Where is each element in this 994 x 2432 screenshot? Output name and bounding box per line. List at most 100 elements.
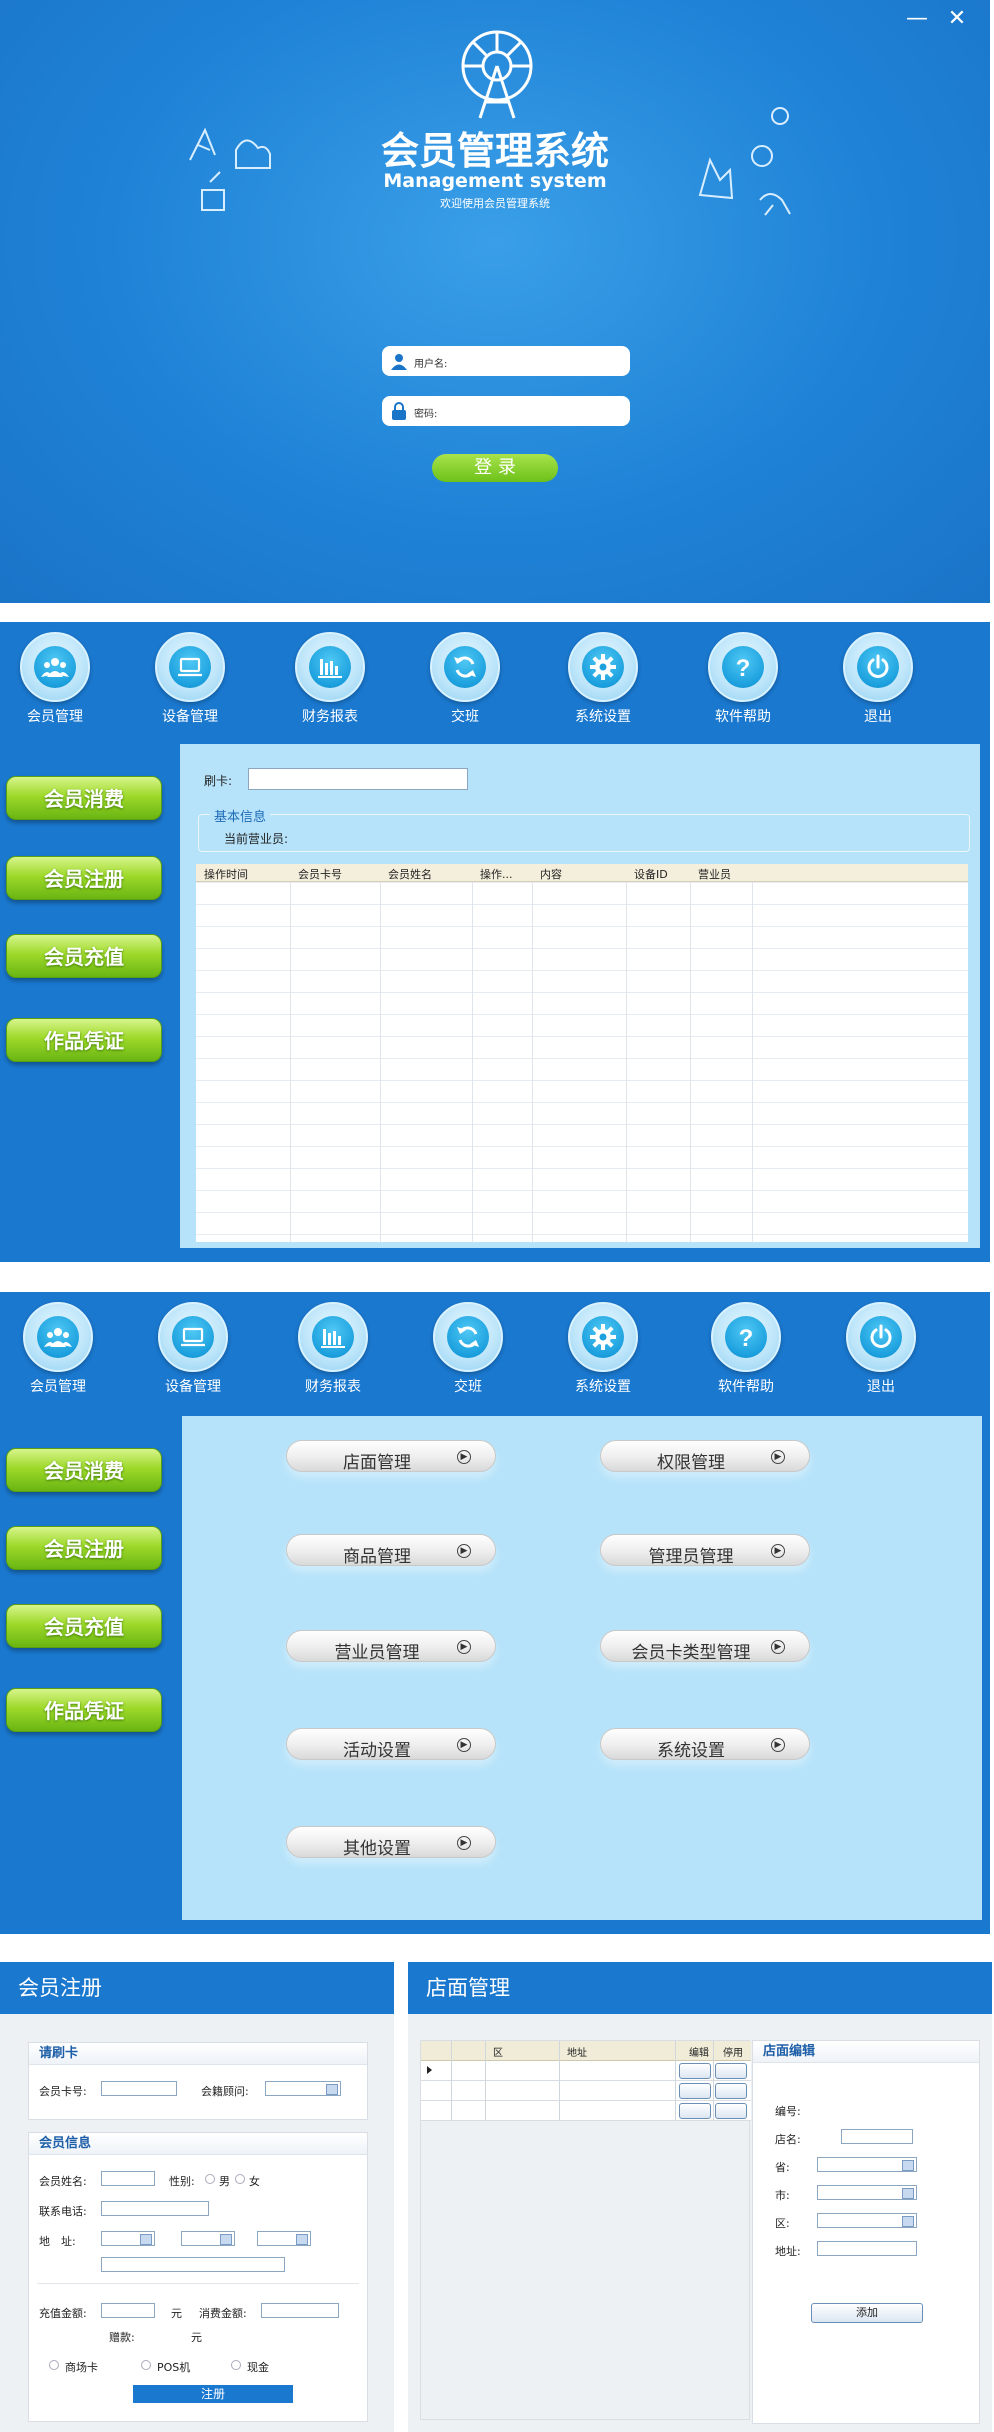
col-edit: 编辑 xyxy=(689,2048,709,2059)
toolbar-device-button[interactable]: 设备管理 xyxy=(148,1302,238,1396)
consume-content: 刷卡: 基本信息 当前营业员: 操作时间 会员卡号 会员姓名 操作... 内容 … xyxy=(180,744,980,1248)
card-type-management-button[interactable]: 会员卡类型管理 ▶ xyxy=(600,1630,810,1663)
row-line xyxy=(196,970,968,971)
city-select[interactable] xyxy=(181,2231,235,2246)
gender-female-radio[interactable] xyxy=(235,2174,245,2184)
col-clerk: 营业员 xyxy=(698,868,731,881)
row-line xyxy=(196,904,968,905)
arrow-right-icon: ▶ xyxy=(771,1450,785,1464)
svg-text:?: ? xyxy=(739,1325,754,1351)
sidebar-item-3[interactable]: 作品凭证 xyxy=(6,1018,162,1062)
chart-icon xyxy=(318,659,342,678)
sidebar-item-1[interactable]: 会员注册 xyxy=(6,856,162,900)
consultant-select[interactable] xyxy=(265,2081,341,2096)
pay-cash-radio[interactable] xyxy=(231,2360,241,2370)
permission-management-button[interactable]: 权限管理 ▶ xyxy=(600,1440,810,1473)
row-edit-button[interactable] xyxy=(679,2103,711,2119)
row-line xyxy=(196,1058,968,1059)
row-disable-button[interactable] xyxy=(715,2103,747,2119)
phone-input[interactable] xyxy=(101,2201,209,2216)
row-disable-button[interactable] xyxy=(715,2063,747,2079)
col-line xyxy=(626,864,627,1242)
toolbar-refresh-button[interactable]: 交班 xyxy=(420,632,510,726)
product-management-button[interactable]: 商品管理 ▶ xyxy=(286,1534,496,1567)
device-icon xyxy=(181,1327,205,1347)
toolbar-gear-button[interactable]: 系统设置 xyxy=(558,1302,648,1396)
member-consume-window: 会员管理 设备管理 财务报表 交班 系统设置 ? 软件帮助 退出 会员消费会员注册会员充值作品… xyxy=(0,622,990,1262)
col-line xyxy=(472,864,473,1242)
province-select[interactable] xyxy=(101,2231,155,2246)
activity-settings-button[interactable]: 活动设置 ▶ xyxy=(286,1728,496,1761)
minimize-icon[interactable]: — xyxy=(904,6,930,32)
toolbar-device-button[interactable]: 设备管理 xyxy=(145,632,235,726)
toolbar-chart-button[interactable]: 财务报表 xyxy=(288,1302,378,1396)
pay-mall-card-radio[interactable] xyxy=(49,2360,59,2370)
toolbar-power-button[interactable]: 退出 xyxy=(836,1302,926,1396)
swipe-card-title: 请刷卡 xyxy=(29,2043,367,2065)
store-header: 店面管理 xyxy=(408,1962,992,2014)
row-line xyxy=(196,1014,968,1015)
basic-info-group xyxy=(198,814,970,852)
clerk-management-button[interactable]: 营业员管理 ▶ xyxy=(286,1630,496,1663)
row-edit-button[interactable] xyxy=(679,2083,711,2099)
login-window: — ✕ 会员管理系统 Management system 欢迎使用会员管理系统 xyxy=(0,0,990,603)
gear-icon xyxy=(590,654,616,680)
col-line xyxy=(752,864,753,1242)
phone-label: 联系电话: xyxy=(39,2205,87,2218)
sidebar-item-2[interactable]: 会员充值 xyxy=(6,934,162,978)
store-add-button[interactable]: 添加 xyxy=(811,2303,923,2323)
toolbar-circle xyxy=(430,632,500,702)
sidebar-item-1[interactable]: 会员注册 xyxy=(6,1526,162,1570)
card-no-input[interactable] xyxy=(101,2081,177,2096)
register-form: 请刷卡 会员卡号: 会籍顾问: 会员信息 会员姓名: 性别: 男 女 联系电话:… xyxy=(0,2014,394,2432)
store-address-input[interactable] xyxy=(817,2241,917,2256)
store-city-select[interactable] xyxy=(817,2185,917,2200)
gender-male-radio[interactable] xyxy=(205,2174,215,2184)
member-name-label: 会员姓名: xyxy=(39,2175,87,2188)
toolbar-help-button[interactable]: ? 软件帮助 xyxy=(698,632,788,726)
pay-pos-radio[interactable] xyxy=(141,2360,151,2370)
username-field[interactable]: 用户名: xyxy=(382,346,630,376)
password-field[interactable]: 密码: xyxy=(382,396,630,426)
swipe-card-input[interactable] xyxy=(248,768,468,790)
sidebar-item-2[interactable]: 会员充值 xyxy=(6,1604,162,1648)
province-label: 省: xyxy=(775,2161,790,2174)
store-name-input[interactable] xyxy=(841,2129,913,2144)
district-select[interactable] xyxy=(257,2231,311,2246)
recharge-input[interactable] xyxy=(101,2303,155,2318)
sidebar-item-0[interactable]: 会员消费 xyxy=(6,1448,162,1492)
toolbar-label: 财务报表 xyxy=(302,709,358,725)
system-settings-button[interactable]: 系统设置 ▶ xyxy=(600,1728,810,1761)
row-edit-button[interactable] xyxy=(679,2063,711,2079)
login-button[interactable]: 登 录 xyxy=(432,454,558,482)
toolbar-refresh-button[interactable]: 交班 xyxy=(423,1302,513,1396)
other-settings-button[interactable]: 其他设置 ▶ xyxy=(286,1826,496,1859)
toolbar-power-button[interactable]: 退出 xyxy=(833,632,923,726)
power-icon xyxy=(867,654,889,678)
close-icon[interactable]: ✕ xyxy=(944,6,970,32)
password-placeholder: 密码: xyxy=(414,409,438,420)
arrow-right-icon: ▶ xyxy=(457,1836,471,1850)
consume-amount-input[interactable] xyxy=(261,2303,339,2318)
store-edit-box: 店面编辑 编号: 店名: 省: 市: 区: 地址: 添加 xyxy=(752,2040,980,2424)
sidebar-item-0[interactable]: 会员消费 xyxy=(6,776,162,820)
member-name-input[interactable] xyxy=(101,2171,155,2186)
toolbar-members-button[interactable]: 会员管理 xyxy=(13,1302,103,1396)
toolbar-gear-button[interactable]: 系统设置 xyxy=(558,632,648,726)
store-management-button[interactable]: 店面管理 ▶ xyxy=(286,1440,496,1473)
address-label: 地 址: xyxy=(39,2235,76,2248)
sidebar-item-3[interactable]: 作品凭证 xyxy=(6,1688,162,1732)
toolbar-members-button[interactable]: 会员管理 xyxy=(10,632,100,726)
register-submit-button[interactable]: 注册 xyxy=(133,2385,293,2403)
arrow-right-icon: ▶ xyxy=(771,1640,785,1654)
admin-management-button[interactable]: 管理员管理 ▶ xyxy=(600,1534,810,1567)
store-province-select[interactable] xyxy=(817,2157,917,2172)
arrow-right-icon: ▶ xyxy=(457,1640,471,1654)
row-disable-button[interactable] xyxy=(715,2083,747,2099)
toolbar-help-button[interactable]: ? 软件帮助 xyxy=(701,1302,791,1396)
store-district-select[interactable] xyxy=(817,2213,917,2228)
col-operation-time: 操作时间 xyxy=(204,868,248,881)
address-detail-input[interactable] xyxy=(101,2257,285,2272)
row-line xyxy=(196,1080,968,1081)
toolbar-chart-button[interactable]: 财务报表 xyxy=(285,632,375,726)
